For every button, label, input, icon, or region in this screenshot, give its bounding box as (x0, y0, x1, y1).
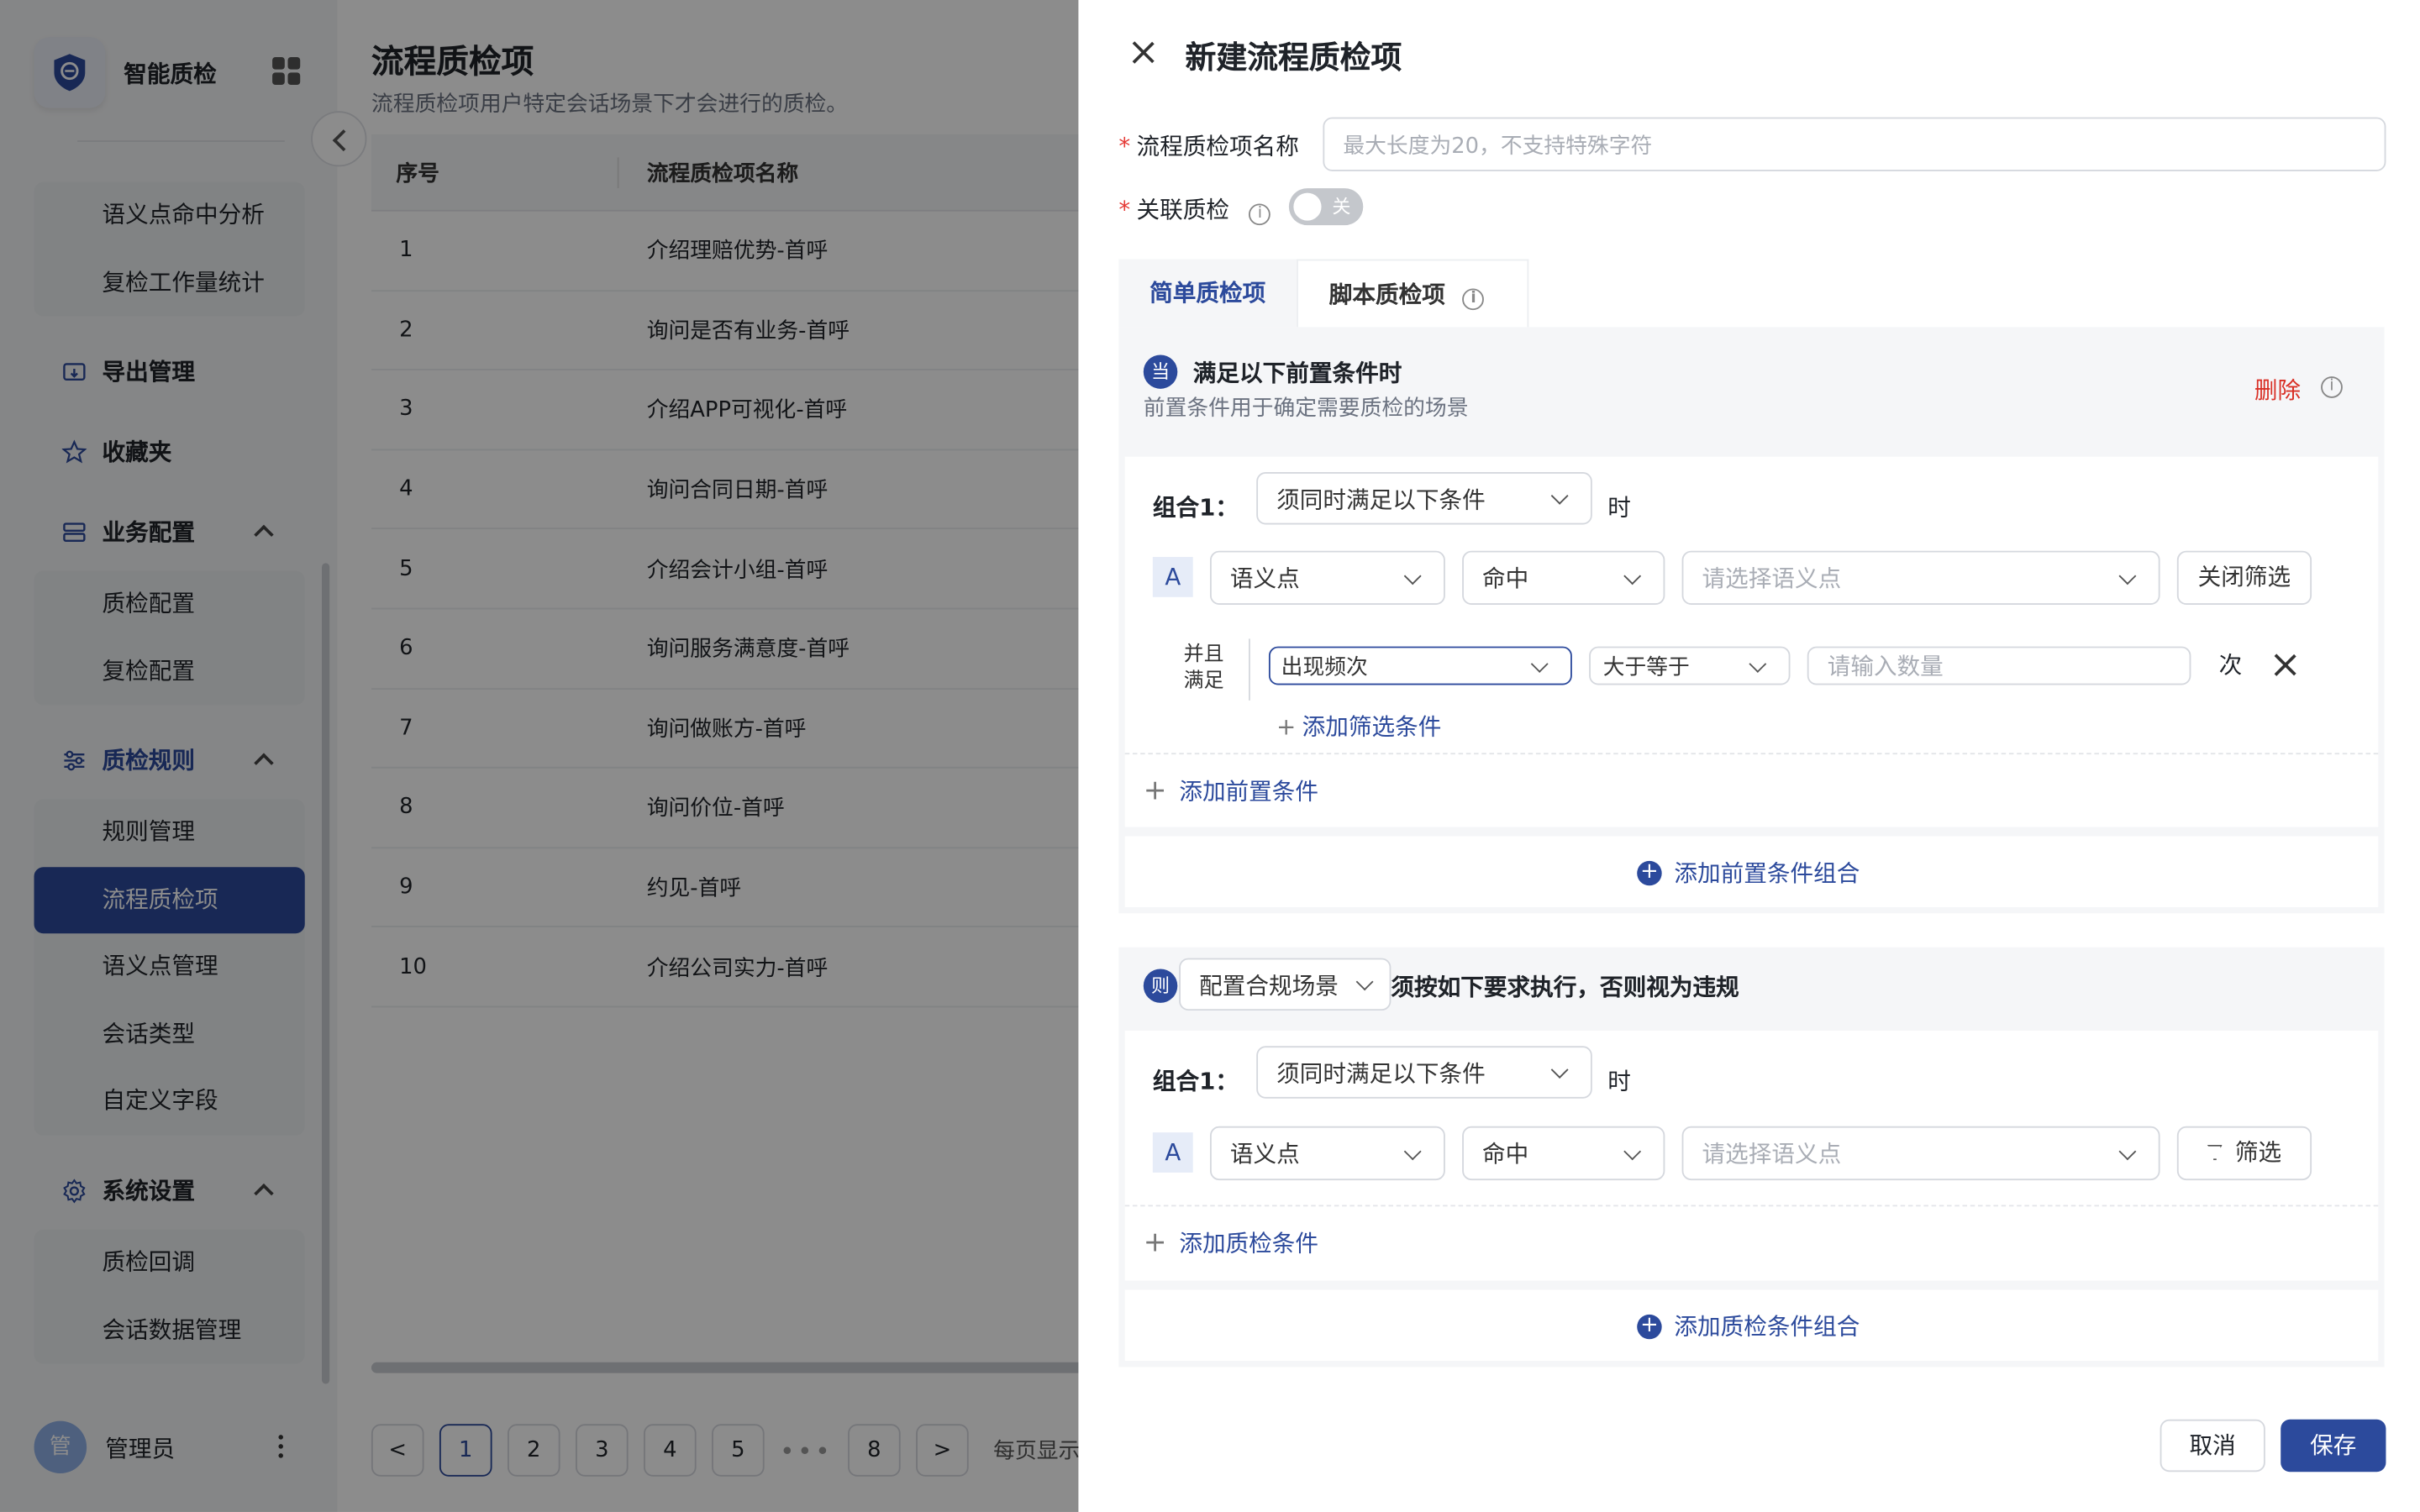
precondition-section: 当 满足以下前置条件时 前置条件用于确定需要质检的场景 删除 i 组合1： 须同… (1118, 327, 2385, 914)
chevron-down-icon (1623, 1142, 1642, 1160)
group-suffix: 时 (1607, 1067, 1631, 1096)
name-field-label: * 流程质检项名称 (1118, 132, 1299, 161)
condition-badge-a: A (1152, 557, 1193, 597)
divider (1124, 753, 2379, 755)
link-qc-toggle[interactable]: 关 (1288, 188, 1364, 226)
chevron-down-icon (1749, 654, 1767, 672)
then-group-card: 组合1： 须同时满足以下条件 时 A 语义点 命中 请选择语义点 筛选 + 添加质… (1124, 1030, 2379, 1281)
condition-op-select[interactable]: 命中 (1462, 550, 1665, 605)
create-flow-qc-drawer: 新建流程质检项 * 流程质检项名称 最大长度为20，不支持特殊字符 * 关联质检 i… (1078, 0, 2420, 1512)
chevron-down-icon (2118, 566, 2137, 585)
add-qc-group-button[interactable]: + 添加质检条件组合 (1637, 1310, 1860, 1342)
modal-overlay[interactable] (0, 0, 1079, 1512)
filter-field-select[interactable]: 出现频次 (1268, 646, 1572, 685)
add-qc-group-card: + 添加质检条件组合 (1124, 1289, 2379, 1361)
chevron-down-icon (1403, 1142, 1422, 1160)
add-precondition-link[interactable]: + 添加前置条件 (1144, 774, 1318, 807)
chevron-down-icon (1550, 1061, 1569, 1079)
chevron-down-icon (1403, 566, 1422, 585)
then-badge: 则 (1143, 969, 1178, 1003)
plus-icon: + (1276, 711, 1297, 740)
then-rule-text: 须按如下要求执行，否则视为违规 (1391, 973, 1739, 1002)
when-badge: 当 (1143, 354, 1178, 389)
group-label: 组合1： (1152, 493, 1239, 522)
and-satisfy-label: 并且 满足 (1183, 643, 1224, 693)
group-mode-select[interactable]: 须同时满足以下条件 (1256, 1046, 1592, 1099)
chevron-down-icon (1550, 486, 1569, 505)
plus-icon: + (1143, 1226, 1167, 1259)
precondition-title: 满足以下前置条件时 (1192, 359, 1402, 388)
filter-button[interactable]: 筛选 (2176, 1126, 2312, 1181)
semantic-point-select[interactable]: 请选择语义点 (1681, 550, 2160, 605)
divider (1124, 1205, 2379, 1207)
remove-filter-icon[interactable] (2273, 653, 2295, 675)
filter-connector (1249, 638, 1250, 701)
name-input[interactable]: 最大长度为20，不支持特殊字符 (1323, 117, 2386, 171)
filter-icon (2207, 1144, 2223, 1161)
semantic-point-select[interactable]: 请选择语义点 (1681, 1126, 2160, 1181)
chevron-down-icon (1355, 973, 1374, 991)
add-filter-link[interactable]: + 添加筛选条件 (1276, 710, 1441, 743)
info-icon: i (1462, 288, 1485, 311)
chevron-down-icon (1530, 654, 1549, 672)
plus-icon: + (1143, 774, 1167, 807)
info-icon: i (2321, 376, 2343, 398)
filter-count-input[interactable]: 请输入数量 (1807, 646, 2191, 685)
condition-field-select[interactable]: 语义点 (1209, 550, 1445, 605)
save-button[interactable]: 保存 (2281, 1419, 2386, 1473)
delete-precondition-link[interactable]: 删除 (2254, 373, 2301, 406)
chevron-down-icon (1623, 566, 1642, 585)
close-icon[interactable] (1131, 40, 1155, 65)
then-section: 则 配置合规场景 须按如下要求执行，否则视为违规 组合1： 须同时满足以下条件 … (1118, 947, 2385, 1368)
filter-unit: 次 (2218, 651, 2243, 680)
chevron-down-icon (2118, 1142, 2137, 1160)
close-filter-button[interactable]: 关闭筛选 (2176, 550, 2312, 605)
condition-field-select[interactable]: 语义点 (1209, 1126, 1445, 1181)
condition-op-select[interactable]: 命中 (1462, 1126, 1665, 1181)
group-suffix: 时 (1607, 493, 1631, 522)
tab-simple-qc[interactable]: 简单质检项 (1118, 259, 1297, 328)
filter-op-select[interactable]: 大于等于 (1589, 646, 1791, 685)
group-mode-select[interactable]: 须同时满足以下条件 (1256, 472, 1592, 525)
plus-circle-icon: + (1637, 1313, 1662, 1339)
precondition-group-card: 组合1： 须同时满足以下条件 时 A 语义点 命中 请选择语义点 关闭筛选 并且… (1124, 456, 2379, 827)
info-icon: i (1249, 203, 1271, 226)
add-qc-condition-link[interactable]: + 添加质检条件 (1144, 1226, 1318, 1259)
add-precondition-group-card: + 添加前置条件组合 (1124, 836, 2379, 907)
group-label: 组合1： (1152, 1067, 1239, 1096)
drawer-title: 新建流程质检项 (1185, 38, 1402, 76)
condition-badge-a: A (1152, 1132, 1193, 1173)
tab-script-qc[interactable]: 脚本质检项 i (1297, 259, 1529, 328)
precondition-desc: 前置条件用于确定需要质检的场景 (1143, 396, 1469, 422)
plus-circle-icon: + (1637, 859, 1662, 885)
link-qc-label: * 关联质检 i (1118, 193, 1271, 226)
add-precondition-group-button[interactable]: + 添加前置条件组合 (1637, 856, 1860, 889)
scene-select[interactable]: 配置合规场景 (1179, 958, 1392, 1011)
cancel-button[interactable]: 取消 (2160, 1419, 2265, 1473)
qc-type-tabs: 简单质检项 脚本质检项 i (1118, 259, 1529, 328)
